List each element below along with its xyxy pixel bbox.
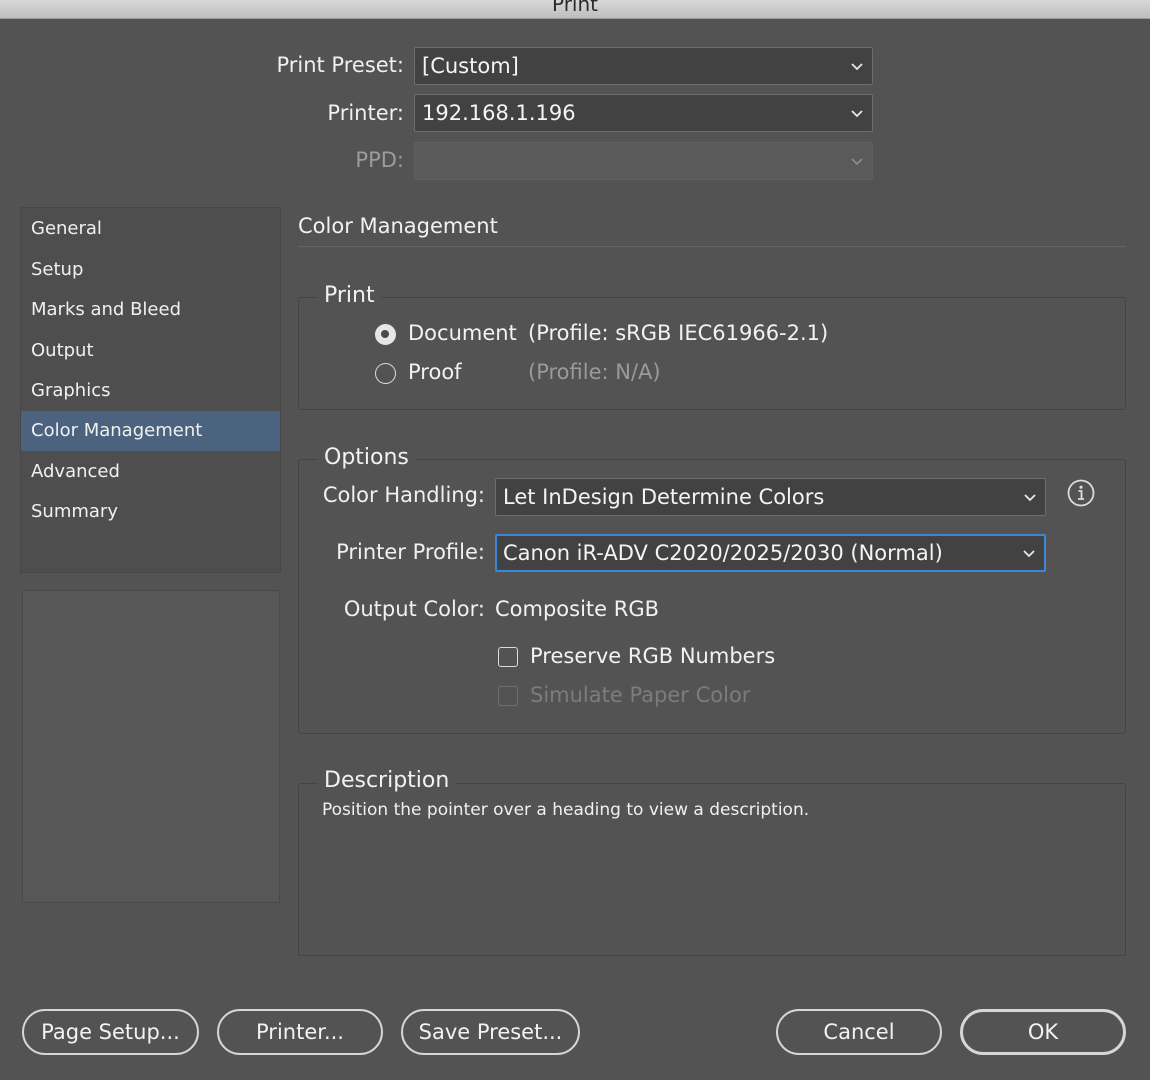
- color-handling-value: Let InDesign Determine Colors: [503, 485, 825, 509]
- sidebar-item-marks-and-bleed[interactable]: Marks and Bleed: [21, 290, 280, 330]
- category-sidebar: General Setup Marks and Bleed Output Gra…: [20, 207, 281, 573]
- sidebar-item-label: Setup: [31, 259, 84, 280]
- document-profile-text: (Profile: sRGB IEC61966-2.1): [528, 321, 829, 345]
- sidebar-item-label: Advanced: [31, 461, 120, 482]
- sidebar-item-label: Graphics: [31, 380, 111, 401]
- section-divider: [298, 246, 1126, 247]
- document-radio-label[interactable]: Document: [408, 321, 517, 345]
- document-radio[interactable]: [375, 324, 396, 345]
- proof-profile-text: (Profile: N/A): [528, 360, 661, 384]
- printer-profile-dropdown[interactable]: Canon iR-ADV C2020/2025/2030 (Normal): [495, 534, 1046, 572]
- output-color-label: Output Color:: [343, 597, 485, 621]
- page-preview-panel: [22, 590, 280, 903]
- printer-value: 192.168.1.196: [422, 101, 576, 125]
- chevron-down-icon: [850, 48, 864, 84]
- sidebar-item-label: Summary: [31, 501, 118, 522]
- sidebar-item-output[interactable]: Output: [21, 331, 280, 371]
- section-title: Color Management: [298, 214, 498, 238]
- options-group-legend: Options: [318, 445, 415, 470]
- sidebar-item-label: Output: [31, 340, 94, 361]
- ok-button[interactable]: OK: [960, 1009, 1126, 1055]
- cancel-button[interactable]: Cancel: [776, 1009, 942, 1055]
- sidebar-item-color-management[interactable]: Color Management: [21, 411, 280, 451]
- print-preset-label: Print Preset:: [276, 53, 404, 77]
- info-icon[interactable]: [1067, 479, 1095, 507]
- chevron-down-icon: [1022, 536, 1036, 570]
- window-title: Print: [551, 0, 598, 16]
- proof-radio-label[interactable]: Proof: [408, 360, 462, 384]
- sidebar-item-graphics[interactable]: Graphics: [21, 371, 280, 411]
- sidebar-item-advanced[interactable]: Advanced: [21, 452, 280, 492]
- description-text: Position the pointer over a heading to v…: [322, 800, 810, 820]
- simulate-paper-label: Simulate Paper Color: [530, 683, 751, 707]
- print-group: [298, 297, 1126, 410]
- sidebar-item-label: Color Management: [31, 420, 203, 441]
- simulate-paper-checkbox: [498, 686, 518, 706]
- chevron-down-icon: [1023, 479, 1037, 515]
- color-handling-dropdown[interactable]: Let InDesign Determine Colors: [495, 478, 1046, 516]
- description-group-legend: Description: [318, 768, 456, 793]
- output-color-value: Composite RGB: [495, 597, 660, 621]
- window-title-bar: Print: [0, 0, 1150, 19]
- ppd-dropdown: [414, 142, 873, 180]
- proof-radio[interactable]: [375, 363, 396, 384]
- print-preset-value: [Custom]: [422, 54, 519, 78]
- preserve-rgb-label[interactable]: Preserve RGB Numbers: [530, 644, 775, 668]
- sidebar-item-setup[interactable]: Setup: [21, 250, 280, 290]
- color-handling-label: Color Handling:: [322, 483, 485, 507]
- sidebar-item-label: Marks and Bleed: [31, 299, 181, 320]
- print-preset-dropdown[interactable]: [Custom]: [414, 47, 873, 85]
- printer-dropdown[interactable]: 192.168.1.196: [414, 94, 873, 132]
- sidebar-item-label: General: [31, 218, 102, 239]
- printer-button[interactable]: Printer...: [217, 1009, 383, 1055]
- printer-label: Printer:: [327, 101, 404, 125]
- sidebar-item-general[interactable]: General: [21, 209, 280, 249]
- printer-profile-label: Printer Profile:: [336, 540, 485, 564]
- preserve-rgb-checkbox[interactable]: [498, 647, 518, 667]
- chevron-down-icon: [850, 143, 864, 179]
- print-group-legend: Print: [318, 283, 381, 308]
- printer-profile-value: Canon iR-ADV C2020/2025/2030 (Normal): [503, 541, 943, 565]
- chevron-down-icon: [850, 95, 864, 131]
- ppd-label: PPD:: [355, 148, 404, 172]
- sidebar-item-summary[interactable]: Summary: [21, 492, 280, 532]
- page-setup-button[interactable]: Page Setup...: [22, 1009, 199, 1055]
- save-preset-button[interactable]: Save Preset...: [401, 1009, 580, 1055]
